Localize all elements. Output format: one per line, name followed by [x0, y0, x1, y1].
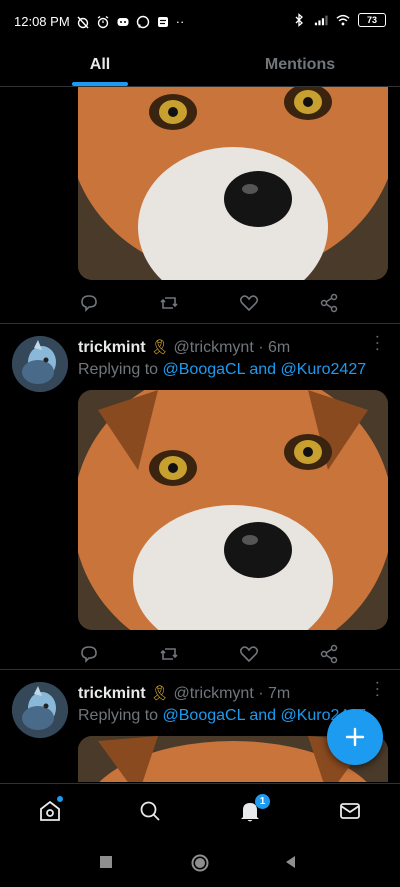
timestamp: 7m: [268, 685, 291, 702]
mention-link[interactable]: @Kuro2427: [280, 361, 366, 378]
ribbon-icon: 🎗: [150, 339, 170, 356]
mention-conjunction: and: [249, 707, 277, 724]
share-icon[interactable]: [318, 643, 340, 665]
mention-link[interactable]: @BoogaCL: [163, 707, 245, 724]
retweet-icon[interactable]: [158, 643, 180, 665]
username[interactable]: @trickmynt: [174, 685, 254, 702]
whatsapp-icon: [136, 15, 149, 28]
home-icon: [40, 800, 60, 821]
bluetooth-icon: [295, 13, 303, 27]
tweet-image[interactable]: [78, 390, 388, 630]
reply-prefix: Replying to: [78, 707, 159, 724]
notifications-feed[interactable]: trickmint 🎗 @trickmynt · 6m ··· Replying…: [0, 87, 400, 782]
home-new-dot: [57, 796, 63, 802]
search-icon: [140, 801, 160, 821]
status-bar: 12:08 PM ·· 73: [0, 0, 400, 44]
nav-messages[interactable]: [335, 796, 365, 826]
home-button-icon[interactable]: [190, 853, 210, 873]
status-left: 12:08 PM ··: [14, 14, 184, 29]
mention-conjunction: and: [249, 361, 277, 378]
tab-all[interactable]: All: [0, 44, 200, 86]
notifications-badge: 1: [255, 794, 270, 809]
avatar[interactable]: [12, 336, 68, 392]
notification-tabs: All Mentions: [0, 44, 400, 87]
retweet-icon[interactable]: [158, 292, 180, 314]
username[interactable]: @trickmynt: [174, 339, 254, 356]
status-more: ··: [175, 14, 185, 29]
tweet-actions: [78, 643, 368, 667]
system-navigation: [0, 838, 400, 887]
share-icon[interactable]: [318, 292, 340, 314]
mention-link[interactable]: @BoogaCL: [163, 361, 245, 378]
tweet-partial[interactable]: [0, 87, 400, 324]
timestamp: 6m: [268, 339, 291, 356]
wifi-icon: [336, 14, 350, 26]
alarm-off-icon: [77, 16, 89, 28]
reply-icon[interactable]: [78, 292, 100, 314]
avatar-image: [12, 336, 68, 392]
message-icon: [157, 16, 168, 27]
status-time: 12:08 PM: [14, 14, 70, 29]
reply-icon[interactable]: [78, 643, 100, 665]
separator: ·: [258, 339, 264, 356]
reply-context: Replying to @BoogaCL and @Kuro2427: [78, 707, 366, 725]
bottom-navigation: 1: [0, 783, 400, 839]
avatar-image: [12, 682, 68, 738]
alarm-icon: [97, 15, 109, 28]
plus-icon: [345, 727, 365, 747]
separator: ·: [258, 685, 264, 702]
tab-mentions[interactable]: Mentions: [200, 44, 400, 86]
like-icon[interactable]: [238, 292, 260, 314]
ribbon-icon: 🎗: [150, 685, 170, 702]
tweet-image[interactable]: [78, 87, 388, 280]
reply-prefix: Replying to: [78, 361, 159, 378]
tweet-header: trickmint 🎗 @trickmynt · 7m: [78, 684, 290, 703]
active-tab-indicator: [72, 82, 128, 86]
like-icon[interactable]: [238, 643, 260, 665]
signal-icon: [314, 15, 328, 26]
back-icon[interactable]: [283, 854, 299, 870]
status-right: 73: [292, 13, 386, 27]
tweet-1[interactable]: trickmint 🎗 @trickmynt · 6m ··· Replying…: [0, 324, 400, 670]
recents-icon[interactable]: [99, 855, 113, 869]
display-name[interactable]: trickmint: [78, 339, 146, 356]
discord-icon: [117, 17, 129, 26]
more-options-icon[interactable]: ···: [368, 680, 386, 699]
display-name[interactable]: trickmint: [78, 685, 146, 702]
battery-icon: 73: [358, 13, 386, 27]
compose-button[interactable]: [327, 709, 383, 765]
fox-photo: [78, 390, 388, 630]
nav-search[interactable]: [135, 796, 165, 826]
more-options-icon[interactable]: ···: [368, 334, 386, 353]
tweet-header: trickmint 🎗 @trickmynt · 6m: [78, 338, 290, 357]
mail-icon: [340, 803, 360, 819]
reply-context: Replying to @BoogaCL and @Kuro2427: [78, 361, 366, 379]
avatar[interactable]: [12, 682, 68, 738]
fox-photo: [78, 87, 388, 280]
tweet-actions: [78, 292, 368, 316]
